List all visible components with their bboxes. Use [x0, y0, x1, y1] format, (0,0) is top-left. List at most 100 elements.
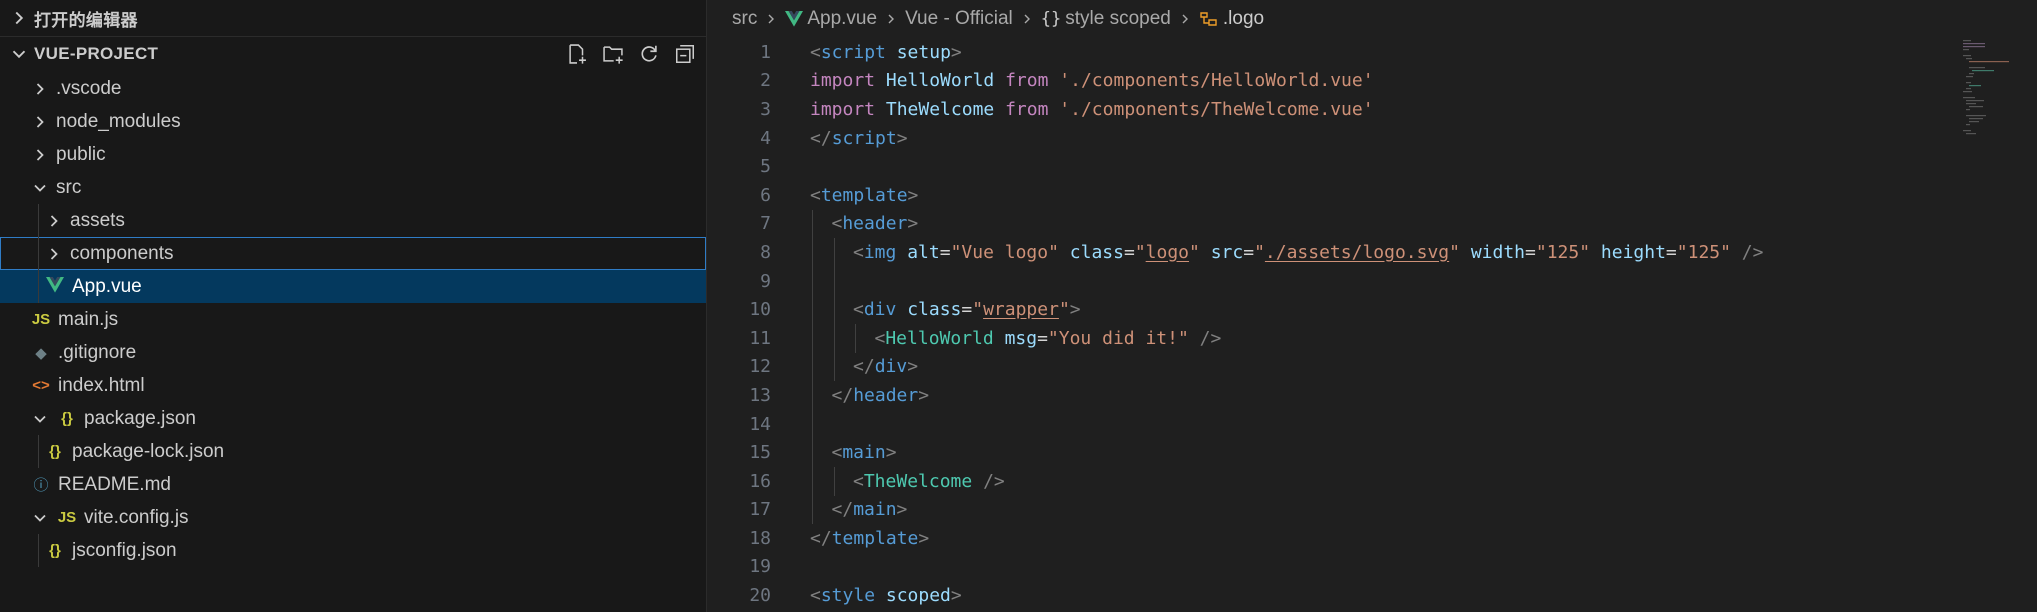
line-number: 20 — [749, 585, 771, 607]
code-line[interactable]: 7 < header > — [707, 209, 2037, 239]
chevron-right-icon[interactable] — [44, 244, 64, 264]
code-line[interactable]: 16 < TheWelcome /> — [707, 466, 2037, 496]
code-line-content: </main > — [832, 496, 908, 525]
code-line[interactable]: 15 < main > — [707, 438, 2037, 467]
tree-item[interactable]: JS main.js — [0, 303, 706, 336]
code-line[interactable]: 10 < div class = " wrapper " > — [707, 295, 2037, 324]
minimap[interactable] — [1957, 38, 2037, 158]
vue-icon — [785, 11, 804, 27]
code-attribute: class — [907, 299, 962, 321]
chevron-right-icon[interactable] — [44, 211, 64, 231]
json-icon: {} — [49, 542, 61, 559]
tree-item[interactable]: JS vite.config.js — [0, 501, 706, 534]
indent-guide — [38, 270, 39, 303]
code-line[interactable]: 12 </div > — [707, 352, 2037, 382]
code-string: " — [1254, 241, 1265, 263]
code-tag: header — [853, 384, 919, 406]
tree-item[interactable]: {} package.json — [0, 402, 706, 435]
breadcrumb-item-language[interactable]: Vue - Official — [905, 8, 1013, 30]
project-header[interactable]: VUE-PROJECT — [0, 36, 706, 70]
code-string: "125" — [1676, 241, 1731, 263]
indent-guide — [833, 238, 835, 267]
code-punctuation: < — [810, 585, 821, 607]
chevron-down-icon[interactable] — [30, 409, 50, 429]
tree-item[interactable]: {} package-lock.json — [0, 435, 706, 468]
code-line-content: import TheWelcome from './components/The… — [810, 95, 1374, 124]
code-line[interactable]: 4 </script > — [707, 124, 2037, 153]
line-number: 7 — [760, 213, 771, 235]
tree-item[interactable]: assets — [0, 204, 706, 237]
new-folder-icon — [603, 45, 623, 64]
info-icon: ⓘ — [33, 477, 49, 494]
code-line[interactable]: 2 import HelloWorld from './components/He… — [707, 67, 2037, 96]
chevron-right-icon[interactable] — [30, 79, 50, 99]
html-icon: <> — [32, 377, 50, 394]
indent-guide — [812, 238, 813, 267]
code-editor[interactable]: src App.vue Vue - Official {} style scop… — [707, 0, 2037, 612]
indent-guide — [833, 323, 835, 353]
breadcrumb-item-selector[interactable]: .logo — [1223, 8, 1264, 30]
json-icon: {} — [49, 443, 61, 460]
code-string: wrapper — [983, 299, 1059, 321]
new-file-button[interactable] — [564, 41, 590, 67]
tree-item[interactable]: node_modules — [0, 105, 706, 138]
breadcrumb-item-file[interactable]: App.vue — [807, 8, 877, 30]
breadcrumb-item-src[interactable]: src — [732, 8, 757, 30]
code-punctuation: > — [907, 213, 919, 235]
tree-item-label: node_modules — [56, 110, 181, 132]
chevron-right-icon[interactable] — [30, 145, 50, 165]
code-line-content: </header > — [832, 381, 930, 410]
code-punctuation: /> — [1741, 241, 1764, 263]
tree-item[interactable]: {} jsconfig.json — [0, 534, 706, 567]
code-line[interactable]: 17 </main > — [707, 495, 2037, 525]
code-line[interactable]: 3 import TheWelcome from './components/Th… — [707, 95, 2037, 124]
new-folder-button[interactable] — [600, 41, 626, 67]
code-text: = — [939, 241, 951, 263]
indent-guide — [812, 295, 813, 324]
tree-item[interactable]: public — [0, 138, 706, 171]
code-attribute: setup — [896, 41, 951, 63]
indent-guide — [812, 209, 813, 239]
code-line[interactable]: 6 < template > — [707, 181, 2037, 210]
code-punctuation: > — [907, 184, 919, 206]
chevron-down-icon[interactable] — [30, 508, 50, 528]
code-punctuation: /> — [983, 470, 1005, 492]
chevron-down-icon[interactable] — [30, 178, 50, 198]
chevron-right-icon[interactable] — [30, 112, 50, 132]
tree-item-label: components — [70, 242, 174, 264]
refresh-button[interactable] — [636, 41, 662, 67]
breadcrumb-item-style[interactable]: style scoped — [1065, 8, 1171, 30]
tree-item[interactable]: components — [0, 237, 706, 270]
line-number: 13 — [749, 384, 771, 406]
code-line[interactable]: 11 < HelloWorld msg = "You did it!" /> — [707, 323, 2037, 353]
code-line[interactable]: 1 < script setup > — [707, 38, 2037, 67]
code-line[interactable]: 19 — [707, 553, 2037, 582]
tree-item[interactable]: ◆ .gitignore — [0, 336, 706, 369]
code-attribute: height — [1600, 241, 1666, 263]
code-line[interactable]: 13 </header > — [707, 381, 2037, 410]
tree-item[interactable]: .vscode — [0, 72, 706, 105]
chevron-right-icon — [15, 11, 24, 25]
indent-guide — [38, 237, 39, 270]
code-line[interactable]: 9 — [707, 266, 2037, 296]
tree-item[interactable]: App.vue — [0, 270, 706, 303]
tree-item[interactable]: src — [0, 171, 706, 204]
code-line[interactable]: 8 < img alt = "Vue logo" class = " logo " src = ".… — [707, 238, 2037, 267]
code-line[interactable]: 20 < style scoped > — [707, 581, 2037, 610]
indent-guide — [38, 534, 39, 567]
code-line[interactable]: 14 — [707, 409, 2037, 439]
collapse-all-button[interactable] — [672, 41, 698, 67]
code-area[interactable]: 1 < script setup >2 import HelloWorld from '… — [707, 38, 2037, 610]
indent-guide — [812, 409, 813, 439]
code-line[interactable]: 5 — [707, 152, 2037, 181]
open-editors-header[interactable]: 打开的编辑器 — [0, 0, 706, 36]
code-line[interactable]: 18 </template > — [707, 524, 2037, 553]
tree-item[interactable]: ⓘ README.md — [0, 468, 706, 501]
tree-item[interactable]: <> index.html — [0, 369, 706, 402]
indent-guide — [833, 266, 835, 296]
code-identifier: HelloWorld — [885, 70, 995, 92]
indent-guide — [812, 323, 813, 353]
